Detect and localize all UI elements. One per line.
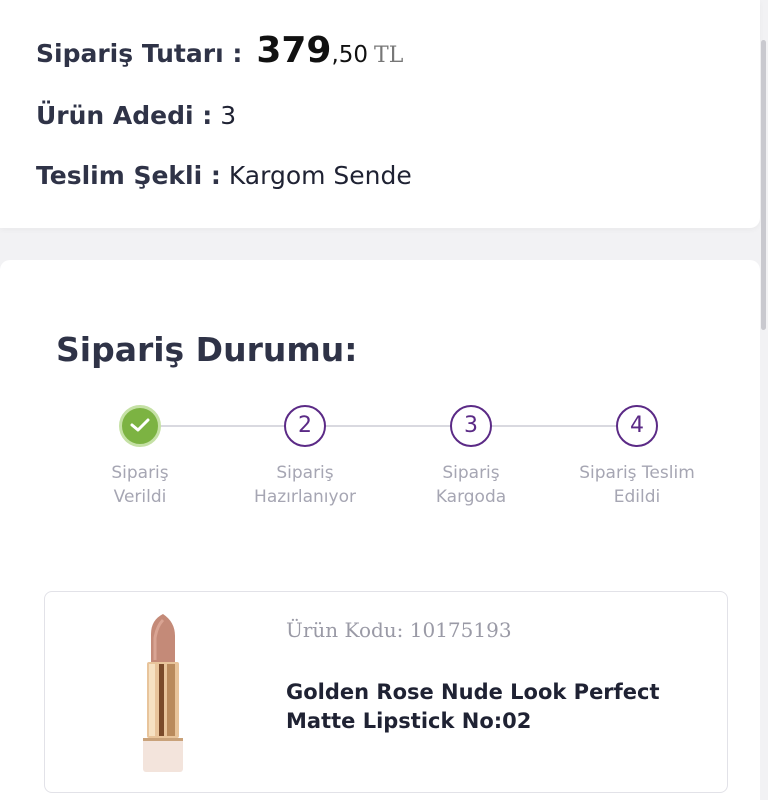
order-total-label: Sipariş Tutarı : <box>36 39 243 68</box>
step-number-badge: 3 <box>450 405 492 447</box>
status-step-label: Sipariş Kargoda <box>435 463 507 507</box>
product-name[interactable]: Golden Rose Nude Look Perfect Matte Lips… <box>286 678 706 736</box>
delivery-method-label: Teslim Şekli : <box>36 161 221 190</box>
delivery-method-row: Teslim Şekli : Kargom Sende <box>36 161 412 190</box>
order-total-row: Sipariş Tutarı : 379,50 TL <box>36 30 403 71</box>
status-step-delivered: 4 Sipariş Teslim Edildi <box>562 405 712 509</box>
order-summary-card: Sipariş Tutarı : 379,50 TL Ürün Adedi : 3… <box>0 0 760 228</box>
step-number-badge: 4 <box>616 405 658 447</box>
step-number-badge: 2 <box>284 405 326 447</box>
check-icon <box>119 405 161 447</box>
product-count-label: Ürün Adedi : <box>36 101 213 130</box>
delivery-method-value: Kargom Sende <box>228 161 412 190</box>
order-total-integer: 379 <box>256 30 332 71</box>
status-step-label: Sipariş Hazırlanıyor <box>254 463 356 507</box>
status-step-ordered: Sipariş Verildi <box>65 405 215 509</box>
product-item-card[interactable]: Ürün Kodu: 10175193 Golden Rose Nude Loo… <box>44 591 728 793</box>
lipstick-image <box>143 614 183 772</box>
product-count-row: Ürün Adedi : 3 <box>36 101 236 130</box>
order-total-currency: TL <box>374 43 404 68</box>
scrollbar[interactable] <box>761 40 766 330</box>
product-count-value: 3 <box>220 101 237 130</box>
status-step-label: Sipariş Teslim Edildi <box>579 463 695 507</box>
order-status-title: Sipariş Durumu: <box>56 330 358 369</box>
order-total-decimal: ,50 <box>331 42 369 68</box>
status-step-label: Sipariş Verildi <box>111 463 169 507</box>
status-step-shipped: 3 Sipariş Kargoda <box>396 405 546 509</box>
product-code: Ürün Kodu: 10175193 <box>286 618 512 642</box>
status-step-preparing: 2 Sipariş Hazırlanıyor <box>230 405 380 509</box>
